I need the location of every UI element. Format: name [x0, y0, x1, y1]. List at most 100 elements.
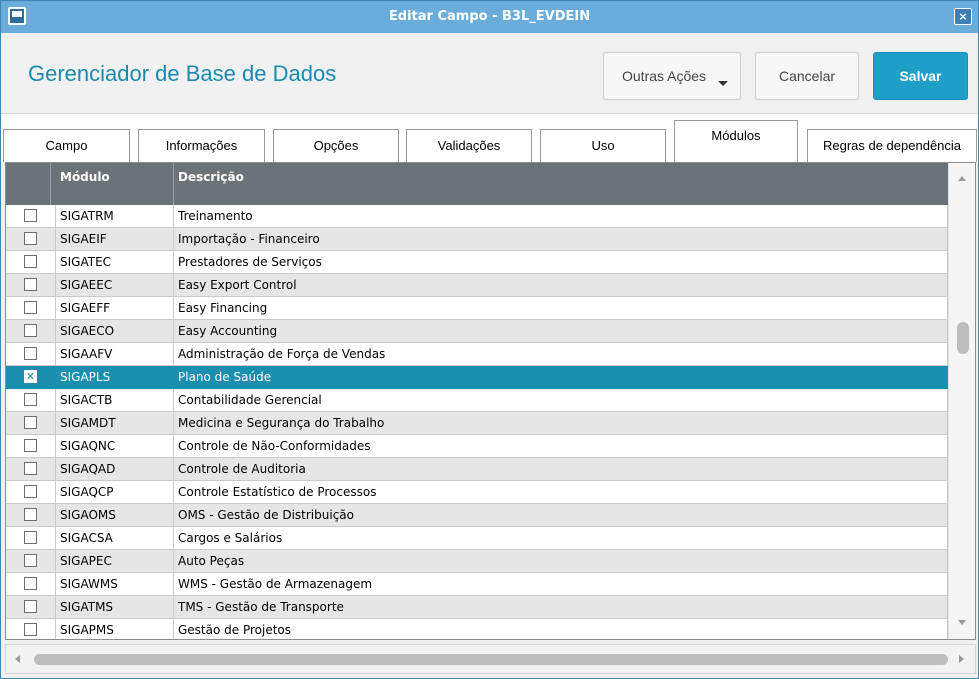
module-checkbox[interactable]: [24, 347, 37, 360]
module-checkbox[interactable]: [24, 600, 37, 613]
table-row[interactable]: SIGAOMS OMS - Gestão de Distribuição: [6, 504, 948, 527]
module-checkbox[interactable]: [24, 416, 37, 429]
module-code: SIGATEC: [56, 251, 174, 274]
scroll-right-arrow-icon[interactable]: [959, 655, 964, 663]
checkbox-cell: [6, 504, 56, 527]
module-code: SIGAPLS: [56, 366, 174, 389]
checkbox-column-header[interactable]: [6, 163, 51, 205]
more-actions-button[interactable]: Outras Ações: [603, 52, 741, 100]
module-code: SIGACTB: [56, 389, 174, 412]
module-description: WMS - Gestão de Armazenagem: [174, 573, 948, 596]
table-row[interactable]: SIGAPEC Auto Peças: [6, 550, 948, 573]
module-checkbox[interactable]: [24, 324, 37, 337]
title-bar: Editar Campo - B3L_EVDEIN ×: [1, 1, 978, 33]
module-code: SIGACSA: [56, 527, 174, 550]
tab-informacoes[interactable]: Informações: [138, 129, 265, 162]
table-row[interactable]: SIGAQCP Controle Estatístico de Processos: [6, 481, 948, 504]
vertical-scrollbar[interactable]: [948, 163, 975, 639]
table-row[interactable]: SIGATEC Prestadores de Serviços: [6, 251, 948, 274]
vertical-scroll-thumb[interactable]: [957, 322, 969, 354]
module-checkbox[interactable]: [24, 278, 37, 291]
close-window-button[interactable]: ×: [954, 8, 972, 25]
tab-regras-de-dependencia[interactable]: Regras de dependência: [807, 129, 977, 162]
table-row[interactable]: SIGAQAD Controle de Auditoria: [6, 458, 948, 481]
module-checkbox[interactable]: [24, 508, 37, 521]
scroll-up-arrow-icon[interactable]: [958, 176, 966, 181]
checkbox-cell: [6, 435, 56, 458]
module-checkbox[interactable]: [24, 301, 37, 314]
module-description: Controle Estatístico de Processos: [174, 481, 948, 504]
module-checkbox[interactable]: [24, 485, 37, 498]
tab-validacoes[interactable]: Validações: [406, 129, 532, 162]
module-code: SIGAPEC: [56, 550, 174, 573]
window-title: Editar Campo - B3L_EVDEIN: [388, 9, 591, 24]
table-row[interactable]: SIGACTB Contabilidade Gerencial: [6, 389, 948, 412]
checkbox-cell: [6, 389, 56, 412]
table-row[interactable]: SIGATRM Treinamento: [6, 205, 948, 228]
module-checkbox[interactable]: [24, 623, 37, 636]
checkbox-cell: [6, 274, 56, 297]
tab-bar: Campo Informações Opções Validações Uso …: [1, 113, 978, 163]
module-code: SIGAEIF: [56, 228, 174, 251]
module-code: SIGAECO: [56, 320, 174, 343]
tab-modulos[interactable]: Módulos: [674, 120, 798, 163]
module-code: SIGAEEC: [56, 274, 174, 297]
scroll-down-arrow-icon[interactable]: [958, 620, 966, 625]
table-row[interactable]: SIGATMS TMS - Gestão de Transporte: [6, 596, 948, 619]
checkbox-cell: [6, 550, 56, 573]
tab-uso[interactable]: Uso: [540, 129, 666, 162]
module-description: TMS - Gestão de Transporte: [174, 596, 948, 619]
app-title: Gerenciador de Base de Dados: [28, 61, 337, 86]
module-description: Easy Financing: [174, 297, 948, 320]
module-checkbox[interactable]: [24, 462, 37, 475]
module-description: Gestão de Projetos: [174, 619, 948, 639]
horizontal-scrollbar[interactable]: [5, 644, 976, 674]
module-code: SIGAWMS: [56, 573, 174, 596]
module-description: Easy Accounting: [174, 320, 948, 343]
module-code: SIGAEFF: [56, 297, 174, 320]
cancel-button[interactable]: Cancelar: [755, 52, 859, 100]
checkbox-cell: [6, 251, 56, 274]
module-checkbox[interactable]: [24, 232, 37, 245]
module-checkbox[interactable]: [24, 531, 37, 544]
table-row[interactable]: SIGAWMS WMS - Gestão de Armazenagem: [6, 573, 948, 596]
tab-campo[interactable]: Campo: [3, 129, 130, 162]
table-row[interactable]: ✕ SIGAPLS Plano de Saúde: [6, 366, 948, 389]
module-description: OMS - Gestão de Distribuição: [174, 504, 948, 527]
module-description: Importação - Financeiro: [174, 228, 948, 251]
module-description: Treinamento: [174, 205, 948, 228]
module-description: Controle de Não-Conformidades: [174, 435, 948, 458]
module-code: SIGAAFV: [56, 343, 174, 366]
table-row[interactable]: SIGAQNC Controle de Não-Conformidades: [6, 435, 948, 458]
module-checkbox[interactable]: [24, 554, 37, 567]
table-row[interactable]: SIGAAFV Administração de Força de Vendas: [6, 343, 948, 366]
table-row[interactable]: SIGACSA Cargos e Salários: [6, 527, 948, 550]
table-row[interactable]: SIGAECO Easy Accounting: [6, 320, 948, 343]
module-description: Prestadores de Serviços: [174, 251, 948, 274]
grid-header: Módulo Descrição: [6, 163, 948, 205]
module-checkbox[interactable]: [24, 393, 37, 406]
checkbox-cell: [6, 228, 56, 251]
horizontal-scroll-thumb[interactable]: [34, 654, 948, 665]
description-column-header[interactable]: Descrição: [174, 163, 948, 205]
module-checkbox[interactable]: [24, 577, 37, 590]
table-row[interactable]: SIGAEEC Easy Export Control: [6, 274, 948, 297]
module-column-header[interactable]: Módulo: [56, 163, 174, 205]
module-description: Plano de Saúde: [174, 366, 948, 389]
module-checkbox[interactable]: [24, 255, 37, 268]
table-row[interactable]: SIGAMDT Medicina e Segurança do Trabalho: [6, 412, 948, 435]
table-row[interactable]: SIGAEIF Importação - Financeiro: [6, 228, 948, 251]
checkbox-cell: [6, 527, 56, 550]
table-row[interactable]: SIGAEFF Easy Financing: [6, 297, 948, 320]
scroll-left-arrow-icon[interactable]: [15, 655, 20, 663]
module-checkbox[interactable]: ✕: [24, 370, 37, 383]
grid-rows: SIGATRM Treinamento SIGAEIF Importação - Fi…: [6, 205, 948, 639]
module-description: Administração de Força de Vendas: [174, 343, 948, 366]
save-button[interactable]: Salvar: [873, 52, 968, 100]
modules-grid: Módulo Descrição SIGATRM Treinamento SIGAE…: [5, 162, 976, 640]
module-checkbox[interactable]: [24, 439, 37, 452]
table-row[interactable]: SIGAPMS Gestão de Projetos: [6, 619, 948, 639]
module-checkbox[interactable]: [24, 209, 37, 222]
module-code: SIGATRM: [56, 205, 174, 228]
tab-opcoes[interactable]: Opções: [273, 129, 399, 162]
